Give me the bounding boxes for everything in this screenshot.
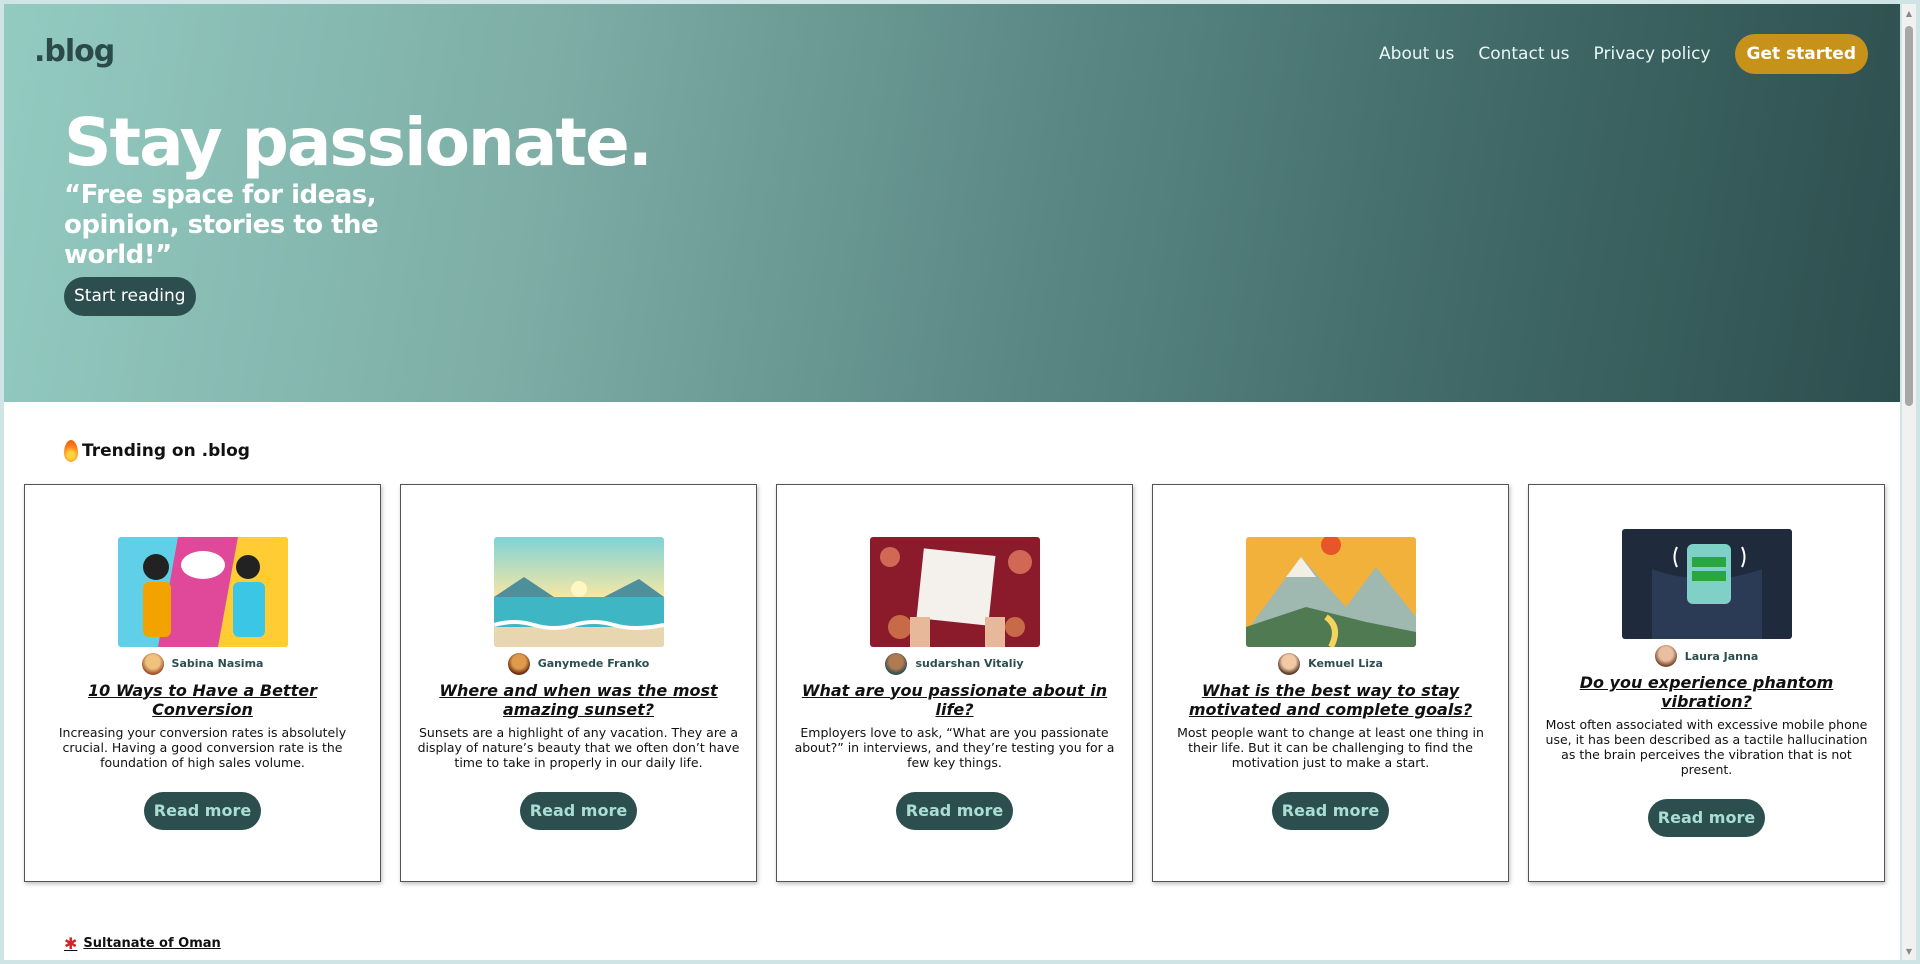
read-more-button[interactable]: Read more [143, 791, 262, 830]
author-name: sudarshan Vitaliy [915, 657, 1024, 670]
article-card: Kemuel Liza What is the best way to stay… [1152, 484, 1509, 882]
find-your-passion-sign [869, 536, 1040, 647]
scroll-up-arrow-icon[interactable]: ▲ [1902, 6, 1916, 20]
article-title[interactable]: Do you experience phantom vibration? [1543, 673, 1870, 711]
hero-title: Stay passionate. [64, 104, 653, 181]
article-description: Increasing your conversion rates is abso… [58, 724, 347, 770]
avatar [1654, 645, 1677, 667]
trending-cards: Sabina Nasima 10 Ways to Have a Better C… [24, 484, 1885, 882]
author-name: Ganymede Franko [537, 657, 650, 670]
scroll-down-arrow-icon[interactable]: ▼ [1902, 944, 1916, 958]
hero-subtitle: “Free space for ideas, opinion, stories … [64, 180, 379, 270]
article-description: Sunsets are a highlight of any vacation.… [417, 724, 740, 770]
hero-banner: .blog About us Contact us Privacy policy… [4, 4, 1900, 402]
oman-link-text: Sultanate of Oman [83, 936, 221, 951]
page: .blog About us Contact us Privacy policy… [4, 4, 1900, 960]
article-description: Employers love to ask, “What are you pas… [794, 724, 1115, 770]
author-name: Kemuel Liza [1308, 657, 1383, 670]
oman-emblem-icon: ✱ [64, 934, 78, 953]
avatar [507, 652, 530, 675]
nav-privacy-policy[interactable]: Privacy policy [1594, 44, 1711, 64]
article-card: Sabina Nasima 10 Ways to Have a Better C… [24, 484, 381, 882]
avatar [141, 652, 164, 675]
stay-motivated-mountain [1245, 536, 1416, 647]
author-row: Laura Janna [1654, 645, 1759, 667]
author-row: Kemuel Liza [1278, 652, 1383, 675]
author-name: Laura Janna [1684, 649, 1759, 663]
trending-heading-text: Trending on .blog [82, 441, 250, 461]
nav-about-us[interactable]: About us [1379, 44, 1454, 64]
read-more-button[interactable]: Read more [1647, 799, 1766, 837]
read-more-button[interactable]: Read more [895, 791, 1014, 830]
trending-heading: Trending on .blog [64, 440, 250, 462]
read-more-button[interactable]: Read more [1271, 791, 1390, 830]
nav-contact-us[interactable]: Contact us [1478, 44, 1569, 64]
avatar [885, 652, 908, 675]
article-card: sudarshan Vitaliy What are you passionat… [776, 484, 1133, 882]
site-logo[interactable]: .blog [34, 34, 115, 69]
article-description: Most people want to change at least one … [1177, 724, 1484, 770]
sunset-beach-illustration [493, 536, 664, 647]
article-title[interactable]: What is the best way to stay motivated a… [1167, 681, 1494, 719]
logo-text: .blog [34, 34, 115, 69]
get-started-button[interactable]: Get started [1734, 34, 1868, 74]
article-card: Laura Janna Do you experience phantom vi… [1528, 484, 1885, 882]
author-row: Ganymede Franko [507, 652, 650, 675]
read-more-button[interactable]: Read more [519, 791, 638, 830]
article-card: Ganymede Franko Where and when was the m… [400, 484, 757, 882]
vertical-scrollbar[interactable]: ▲ ▼ [1902, 4, 1916, 960]
conversation-illustration [117, 536, 288, 647]
avatar [1278, 652, 1301, 675]
flame-icon [64, 440, 78, 462]
scrollbar-thumb[interactable] [1905, 26, 1913, 406]
oman-link[interactable]: ✱ Sultanate of Oman [64, 934, 221, 953]
article-title[interactable]: What are you passionate about in life? [791, 681, 1118, 719]
article-title[interactable]: Where and when was the most amazing suns… [415, 681, 742, 719]
top-nav: About us Contact us Privacy policy Get s… [1379, 34, 1868, 74]
phone-pocket-vibration [1621, 529, 1792, 639]
author-row: sudarshan Vitaliy [885, 652, 1024, 675]
start-reading-button[interactable]: Start reading [64, 277, 196, 316]
author-row: Sabina Nasima [141, 652, 264, 675]
article-description: Most often associated with excessive mob… [1545, 717, 1868, 777]
author-name: Sabina Nasima [171, 657, 264, 670]
article-title[interactable]: 10 Ways to Have a Better Conversion [39, 681, 366, 719]
